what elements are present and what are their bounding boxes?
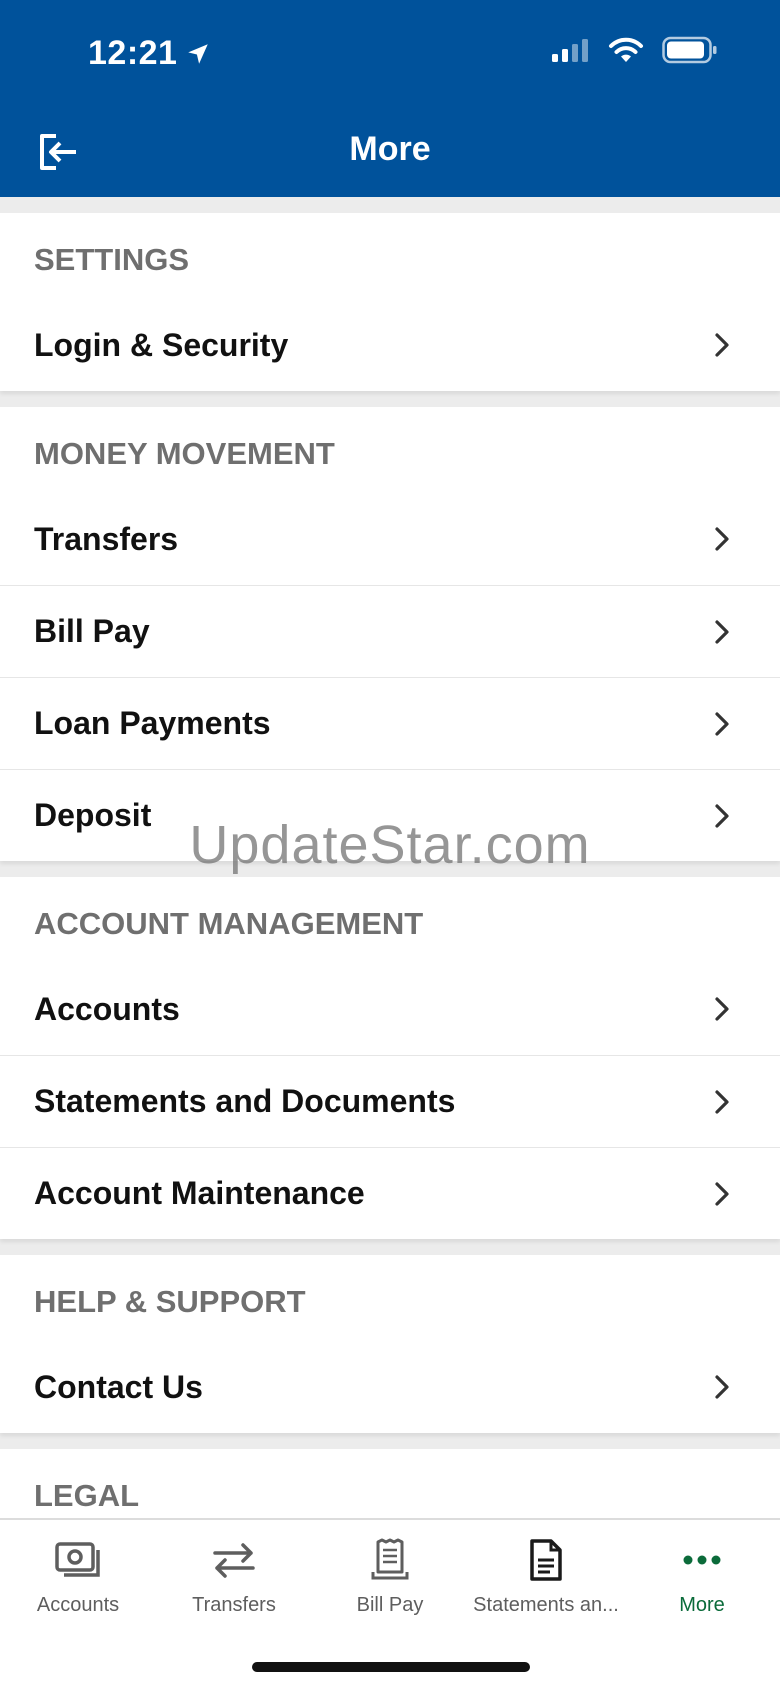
menu-item-label: Loan Payments xyxy=(34,705,271,741)
chevron-right-icon xyxy=(715,997,729,1021)
tab-statements[interactable]: Statements an... xyxy=(468,1520,624,1624)
cellular-signal-icon xyxy=(552,39,588,62)
menu-item-deposit[interactable]: Deposit xyxy=(0,769,780,861)
top-app-bar: 12:21 More xyxy=(0,0,780,197)
tab-label: Accounts xyxy=(36,1594,120,1616)
tab-more[interactable]: More xyxy=(624,1520,780,1624)
section-header: ACCOUNT MANAGEMENT xyxy=(34,906,424,941)
menu-item-loan-payments[interactable]: Loan Payments xyxy=(0,677,780,769)
battery-icon xyxy=(662,36,717,64)
menu-item-transfers[interactable]: Transfers xyxy=(0,493,780,585)
section-header: LEGAL xyxy=(34,1478,140,1513)
chevron-right-icon xyxy=(715,333,729,357)
tab-label: Bill Pay xyxy=(356,1594,424,1616)
transfers-icon xyxy=(213,1543,255,1578)
chevron-right-icon xyxy=(715,1375,729,1399)
wifi-icon xyxy=(609,37,643,62)
tab-transfers[interactable]: Transfers xyxy=(156,1520,312,1624)
chevron-right-icon xyxy=(715,619,729,644)
tab-accounts[interactable]: Accounts xyxy=(0,1520,156,1624)
section-settings: SETTINGS Login & Security xyxy=(0,213,780,391)
page-title: More xyxy=(349,130,431,168)
menu-item-label: Deposit xyxy=(34,797,152,833)
menu-item-label: Transfers xyxy=(34,520,179,557)
menu-item-login-security[interactable]: Login & Security xyxy=(0,299,780,391)
accounts-icon xyxy=(55,1542,100,1577)
menu-item-statements-documents[interactable]: Statements and Documents xyxy=(0,1055,780,1147)
status-icons xyxy=(550,36,718,64)
more-menu-list[interactable]: SETTINGS Login & Security MONEY MOVEMENT… xyxy=(0,197,780,1518)
section-header: HELP & SUPPORT xyxy=(34,1284,306,1319)
chevron-right-icon xyxy=(715,711,729,736)
menu-item-label: Statements and Documents xyxy=(34,1083,456,1119)
menu-item-label: Login & Security xyxy=(34,326,289,363)
menu-item-accounts[interactable]: Accounts xyxy=(0,963,780,1055)
bill-pay-icon xyxy=(371,1538,409,1580)
home-indicator xyxy=(252,1662,530,1672)
section-header: SETTINGS xyxy=(34,242,190,277)
section-money-movement: MONEY MOVEMENT Transfers Bill Pay Loan P… xyxy=(0,407,780,861)
status-time-text: 12:21 xyxy=(88,34,178,72)
bottom-tab-bar: Accounts Transfers Bill Pay Statements a… xyxy=(0,1518,780,1688)
menu-item-bill-pay[interactable]: Bill Pay xyxy=(0,585,780,677)
more-icon xyxy=(683,1555,721,1565)
menu-item-contact-us[interactable]: Contact Us xyxy=(0,1341,780,1433)
tab-label: Transfers xyxy=(192,1594,276,1616)
status-time: 12:21 xyxy=(88,34,211,73)
location-arrow-icon xyxy=(188,43,209,64)
chevron-right-icon xyxy=(715,1181,729,1206)
tab-label: Statements an... xyxy=(473,1594,619,1616)
section-account-management: ACCOUNT MANAGEMENT Accounts Statements a… xyxy=(0,877,780,1239)
menu-item-account-maintenance[interactable]: Account Maintenance xyxy=(0,1147,780,1239)
menu-item-label: Account Maintenance xyxy=(34,1175,365,1211)
menu-item-label: Accounts xyxy=(34,990,180,1027)
section-legal: LEGAL xyxy=(0,1449,780,1518)
section-header: MONEY MOVEMENT xyxy=(34,436,335,471)
statements-icon xyxy=(530,1539,562,1581)
tab-label: More xyxy=(679,1594,725,1616)
section-help-support: HELP & SUPPORT Contact Us xyxy=(0,1255,780,1433)
chevron-right-icon xyxy=(715,527,729,551)
tab-bill-pay[interactable]: Bill Pay xyxy=(312,1520,468,1624)
menu-item-label: Bill Pay xyxy=(34,613,150,649)
chevron-right-icon xyxy=(715,1089,729,1114)
menu-item-label: Contact Us xyxy=(34,1368,203,1405)
chevron-right-icon xyxy=(715,803,729,828)
